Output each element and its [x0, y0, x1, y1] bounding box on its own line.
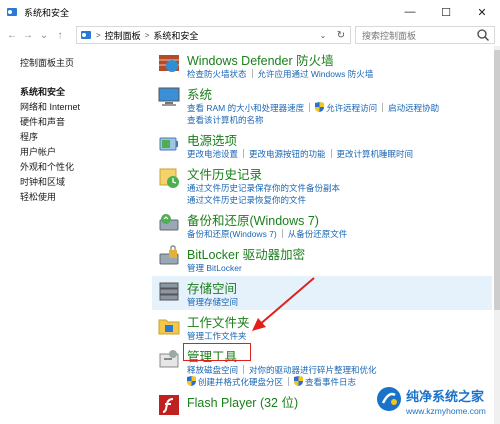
sidebar-item-system-security[interactable]: 系统和安全 — [20, 85, 140, 100]
launch-remote-assist-link[interactable]: 启动远程协助 — [388, 103, 439, 113]
scrollbar-thumb[interactable] — [494, 50, 500, 310]
control-panel-icon — [7, 8, 17, 16]
allow-app-firewall-link[interactable]: 允许应用通过 Windows 防火墙 — [258, 69, 374, 79]
category-title[interactable]: 系统 — [187, 84, 212, 103]
divider — [330, 149, 332, 158]
sidebar-item-network[interactable]: 网络和 Internet — [20, 100, 140, 115]
up-button[interactable]: ↑ — [52, 26, 68, 44]
power-button-function-link[interactable]: 更改电源按钮的功能 — [249, 149, 326, 159]
watermark: 纯净系统之家 www.kzmyhome.com — [370, 380, 500, 424]
annotation-highlight-box — [183, 343, 251, 361]
breadcrumb-system-security[interactable]: 系统和安全 — [153, 29, 198, 42]
back-button[interactable]: ← — [4, 26, 20, 44]
admin-tools-icon — [159, 350, 179, 368]
watermark-url: www.kzmyhome.com — [406, 406, 486, 416]
divider — [382, 103, 384, 112]
manage-storage-spaces-link[interactable]: 管理存储空间 — [187, 297, 238, 307]
sidebar-home-link[interactable]: 控制面板主页 — [20, 56, 140, 69]
change-sleep-time-link[interactable]: 更改计算机睡眠时间 — [337, 149, 414, 159]
maximize-button[interactable]: ☐ — [428, 0, 464, 24]
allow-remote-access-link[interactable]: 允许远程访问 — [326, 103, 377, 113]
uac-shield-icon — [315, 102, 325, 112]
category-title[interactable]: 文件历史记录 — [187, 164, 262, 183]
breadcrumb-control-panel[interactable]: 控制面板 — [105, 29, 141, 42]
window-title: 系统和安全 — [24, 7, 70, 18]
control-panel-icon — [81, 31, 91, 39]
category-title[interactable]: 工作文件夹 — [187, 312, 250, 331]
restore-from-backup-link[interactable]: 从备份还原文件 — [288, 229, 348, 239]
divider — [243, 149, 245, 158]
category-title[interactable]: 备份和还原(Windows 7) — [187, 210, 319, 229]
power-options-icon — [159, 137, 178, 151]
divider — [281, 229, 283, 238]
breadcrumb-separator: > — [144, 30, 150, 40]
sidebar: 控制面板主页 系统和安全 网络和 Internet 硬件和声音 程序 用户帐户 … — [20, 56, 140, 205]
storage-spaces-icon — [159, 282, 179, 301]
category-storage[interactable]: 存储空间 管理存储空间 — [152, 276, 492, 310]
save-backup-copies-link[interactable]: 通过文件历史记录保存你的文件备份副本 — [187, 183, 340, 193]
free-disk-space-link[interactable]: 释放磁盘空间 — [187, 365, 238, 375]
backup-restore-icon — [159, 214, 179, 231]
uac-shield-icon — [294, 376, 304, 386]
minimize-button[interactable]: — — [392, 0, 428, 24]
manage-work-folders-link[interactable]: 管理工作文件夹 — [187, 331, 247, 341]
close-button[interactable]: ✕ — [464, 0, 500, 24]
divider — [309, 103, 311, 112]
category-file-history: 文件历史记录 通过文件历史记录保存你的文件备份副本 通过文件历史记录恢复你的文件 — [152, 162, 492, 208]
category-title[interactable]: 电源选项 — [187, 130, 237, 149]
divider — [288, 377, 290, 386]
category-firewall: Windows Defender 防火墙 检查防火墙状态 允许应用通过 Windo… — [152, 48, 492, 82]
restore-files-link[interactable]: 通过文件历史记录恢复你的文件 — [187, 195, 306, 205]
recent-locations-button[interactable]: ⌄ — [36, 26, 52, 44]
file-history-icon — [159, 168, 179, 188]
system-icon — [158, 87, 180, 106]
navigation-bar: ← → ⌄ ↑ > 控制面板 > 系统和安全 ⌄ ↻ 搜索控制面板 — [0, 24, 500, 46]
refresh-button[interactable]: ↻ — [334, 27, 348, 43]
sidebar-item-hardware[interactable]: 硬件和声音 — [20, 115, 140, 130]
view-computer-name-link[interactable]: 查看该计算机的名称 — [187, 115, 264, 125]
bitlocker-icon — [159, 245, 179, 265]
category-title[interactable]: Windows Defender 防火墙 — [187, 50, 334, 69]
backup-restore-link[interactable]: 备份和还原(Windows 7) — [187, 229, 277, 239]
defrag-link[interactable]: 对你的驱动器进行碎片整理和优化 — [249, 365, 377, 375]
category-power: 电源选项 更改电池设置 更改电源按钮的功能 更改计算机睡眠时间 — [152, 128, 492, 162]
change-battery-settings-link[interactable]: 更改电池设置 — [187, 149, 238, 159]
create-format-partitions-link[interactable]: 创建并格式化硬盘分区 — [198, 377, 283, 387]
main-content: Windows Defender 防火墙 检查防火墙状态 允许应用通过 Windo… — [152, 46, 500, 424]
category-system: 系统 查看 RAM 的大小和处理器速度 允许远程访问 启动远程协助 查看该计算机的名… — [152, 82, 492, 128]
divider — [251, 69, 253, 78]
sidebar-item-clock[interactable]: 时钟和区域 — [20, 175, 140, 190]
sidebar-item-ease[interactable]: 轻松使用 — [20, 190, 140, 205]
sidebar-item-appearance[interactable]: 外观和个性化 — [20, 160, 140, 175]
category-work-folders: 工作文件夹 管理工作文件夹 — [152, 310, 492, 344]
sidebar-item-programs[interactable]: 程序 — [20, 130, 140, 145]
view-event-logs-link[interactable]: 查看事件日志 — [305, 377, 356, 387]
address-bar[interactable]: > 控制面板 > 系统和安全 ⌄ ↻ — [76, 26, 351, 44]
firewall-icon — [159, 55, 179, 72]
category-title[interactable]: BitLocker 驱动器加密 — [187, 244, 305, 263]
category-backup: 备份和还原(Windows 7) 备份和还原(Windows 7) 从备份还原文件 — [152, 208, 492, 242]
sidebar-item-users[interactable]: 用户帐户 — [20, 145, 140, 160]
category-title[interactable]: 存储空间 — [187, 278, 237, 297]
uac-shield-icon — [187, 376, 196, 386]
category-bitlocker: BitLocker 驱动器加密 管理 BitLocker — [152, 242, 492, 276]
watermark-logo-icon — [377, 387, 401, 411]
search-icon[interactable] — [476, 28, 490, 42]
title-bar: 系统和安全 — ☐ ✕ — [0, 0, 500, 24]
category-title[interactable]: Flash Player (32 位) — [187, 392, 298, 411]
annotation-arrow — [252, 277, 315, 331]
manage-bitlocker-link[interactable]: 管理 BitLocker — [187, 263, 242, 273]
search-box[interactable]: 搜索控制面板 — [355, 26, 495, 44]
view-ram-link[interactable]: 查看 RAM 的大小和处理器速度 — [187, 103, 304, 113]
address-dropdown-button[interactable]: ⌄ — [316, 27, 330, 43]
watermark-name: 纯净系统之家 — [406, 389, 485, 404]
flash-player-icon — [159, 395, 179, 415]
divider — [243, 365, 245, 374]
search-input[interactable]: 搜索控制面板 — [362, 29, 476, 42]
check-firewall-link[interactable]: 检查防火墙状态 — [187, 69, 247, 79]
work-folders-icon — [158, 319, 180, 335]
forward-button[interactable]: → — [20, 26, 36, 44]
breadcrumb-separator: > — [96, 30, 101, 40]
